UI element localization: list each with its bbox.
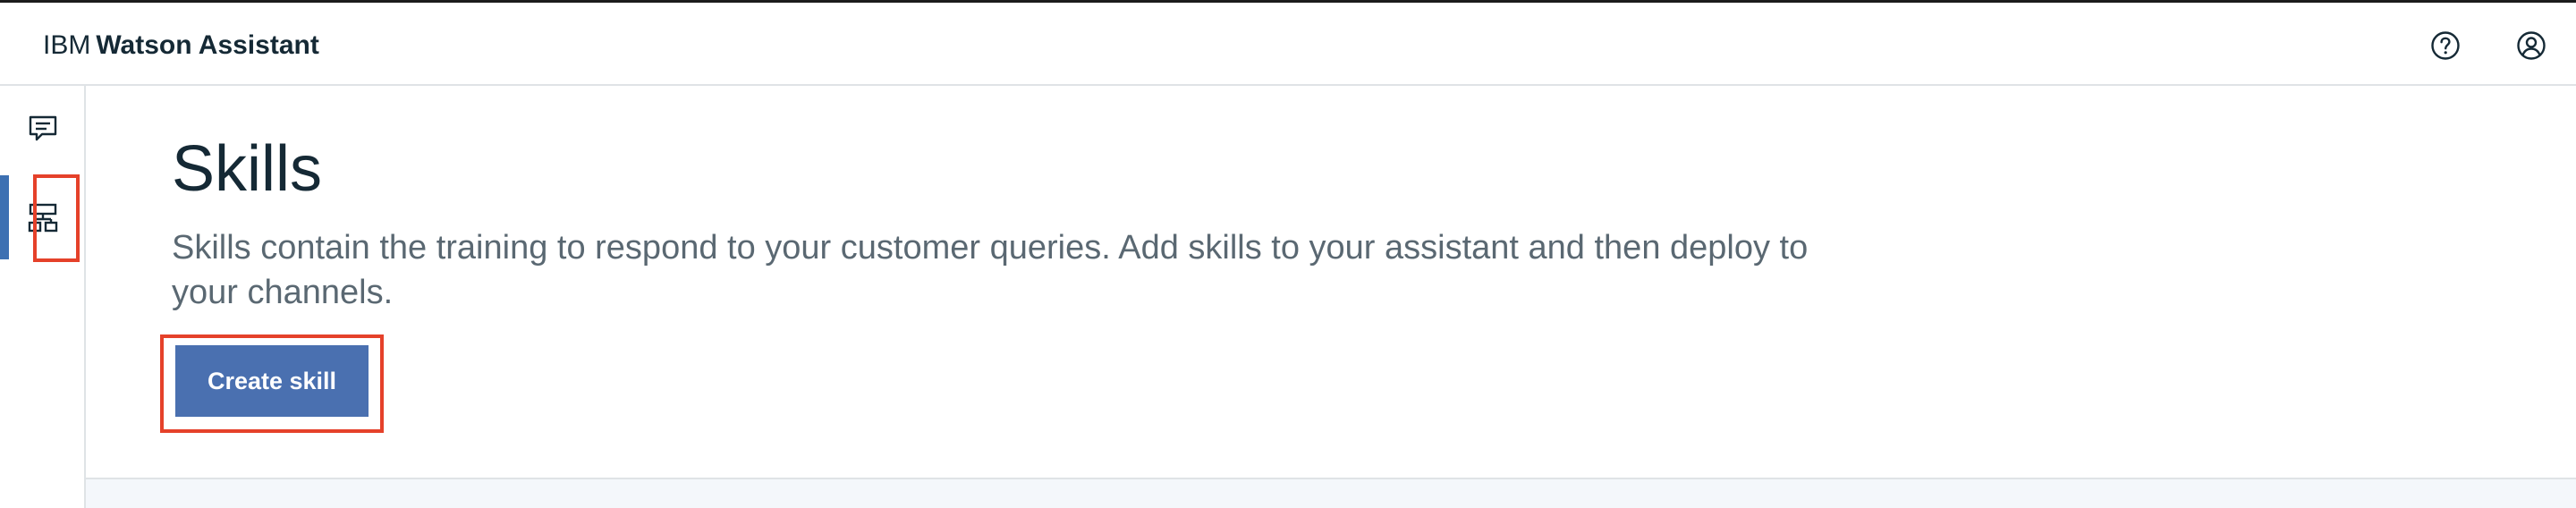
nav-item-assistants[interactable] [0,86,84,172]
active-indicator [0,175,9,259]
side-navigation [0,86,86,508]
skills-tree-icon [28,203,58,233]
page-description: Skills contain the training to respond t… [172,229,1809,311]
chat-bubble-icon [29,115,57,141]
main-content: Skills Skills contain the training to re… [86,86,2576,508]
app-brand[interactable]: IBM Watson Assistant [43,30,319,62]
brand-prefix: IBM [43,30,91,60]
page-title: Skills [172,133,323,205]
brand-product: Watson Assistant [96,30,319,60]
top-bar: IBM Watson Assistant [0,0,2576,86]
nav-item-skills[interactable] [0,175,84,261]
help-icon[interactable] [2429,30,2462,62]
create-skill-button[interactable]: Create skill [175,345,369,417]
user-avatar-icon[interactable] [2515,30,2547,62]
content-footer-band [86,478,2576,508]
